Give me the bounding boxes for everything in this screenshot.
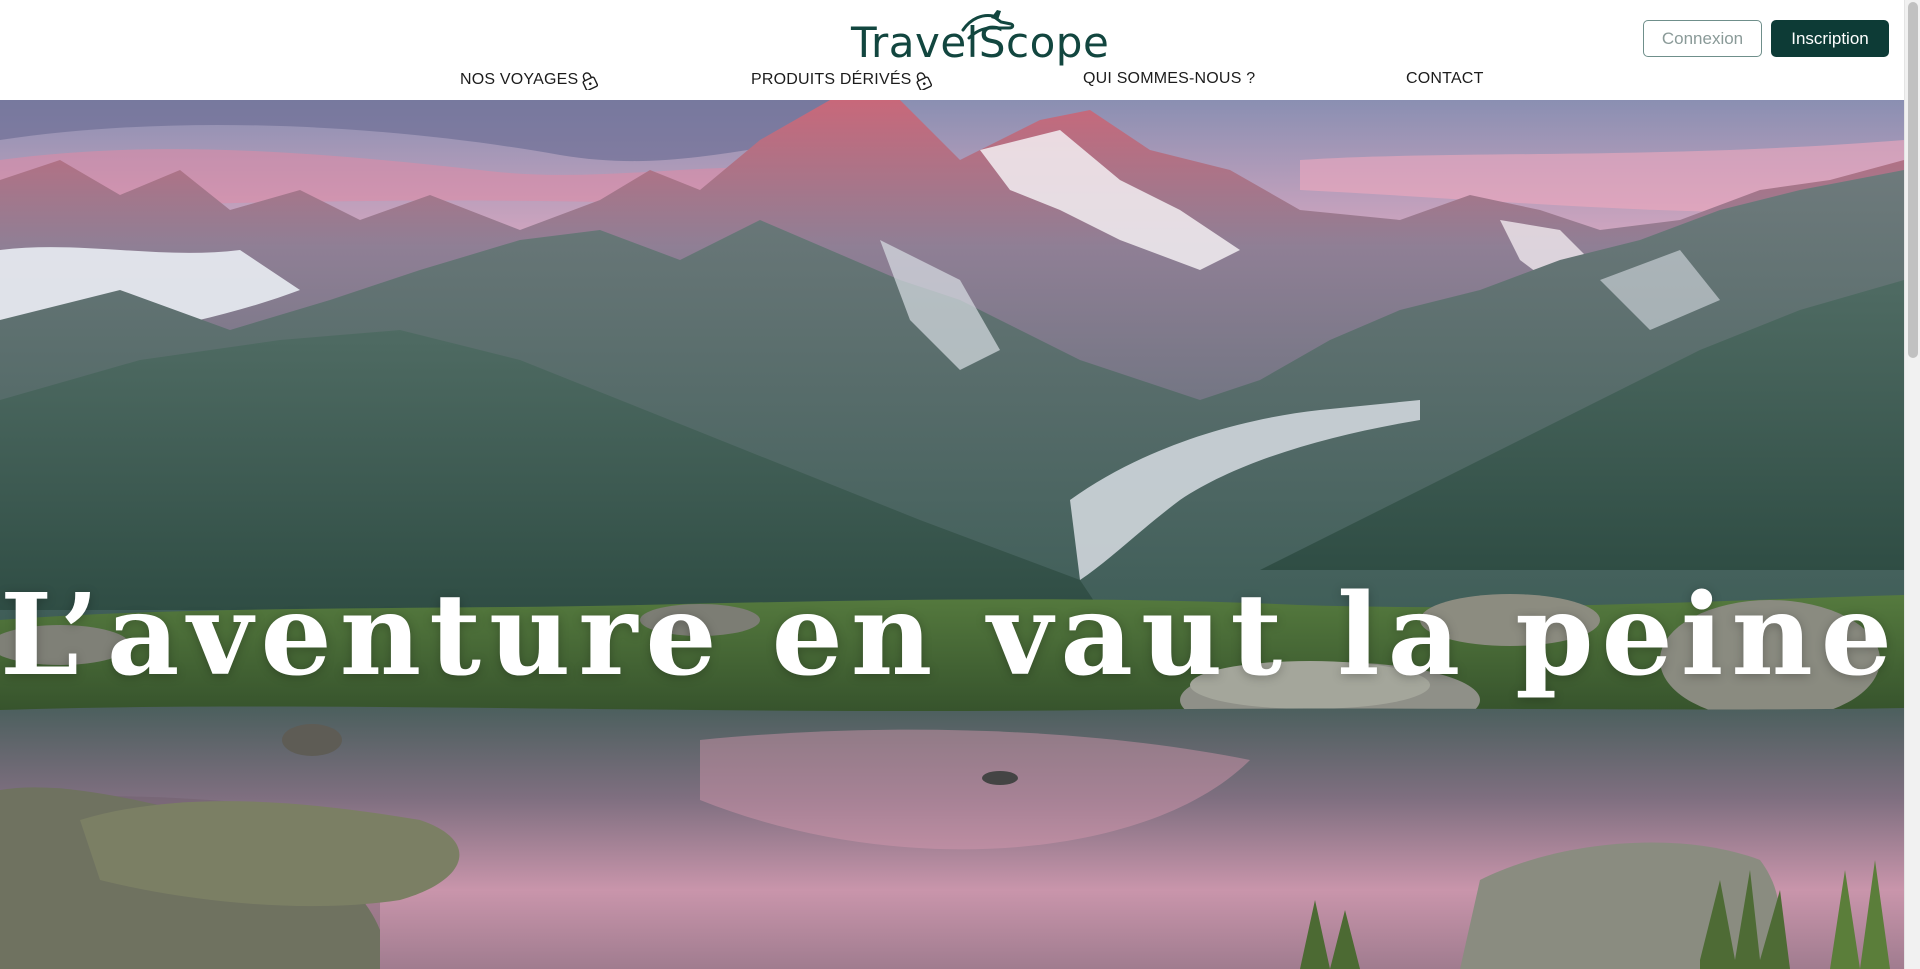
- lock-icon: [916, 72, 932, 90]
- scrollbar-thumb[interactable]: [1908, 2, 1918, 358]
- signup-button[interactable]: Inscription: [1771, 20, 1889, 57]
- hero-title: L’aventure en vaut la peine.: [0, 570, 1904, 701]
- nav-item-label: NOS VOYAGES: [460, 71, 579, 88]
- nav-item-produits-derives[interactable]: PRODUITS DÉRIVÉS: [751, 70, 932, 90]
- login-button[interactable]: Connexion: [1643, 20, 1762, 57]
- nav-item-label: QUI SOMMES-NOUS ?: [1083, 70, 1256, 87]
- site-header: TravelScope Connexion Inscription NOS VO…: [0, 0, 1904, 100]
- hero-section: L’aventure en vaut la peine.: [0, 100, 1904, 969]
- lock-icon: [582, 72, 599, 90]
- nav-item-label: PRODUITS DÉRIVÉS: [751, 71, 912, 88]
- hero-background-image: [0, 100, 1904, 969]
- logo-text: TravelScope: [851, 18, 1110, 67]
- nav-item-label: CONTACT: [1406, 70, 1484, 87]
- page-scrollbar[interactable]: [1904, 0, 1920, 969]
- main-nav: NOS VOYAGES PRODUITS DÉRIVÉS QUI SOMMES-…: [0, 70, 1904, 94]
- nav-item-nos-voyages[interactable]: NOS VOYAGES: [460, 70, 599, 90]
- nav-item-qui-sommes-nous[interactable]: QUI SOMMES-NOUS ?: [1083, 70, 1255, 88]
- nav-item-contact[interactable]: CONTACT: [1406, 70, 1484, 88]
- travelscope-logo[interactable]: TravelScope: [851, 8, 1109, 67]
